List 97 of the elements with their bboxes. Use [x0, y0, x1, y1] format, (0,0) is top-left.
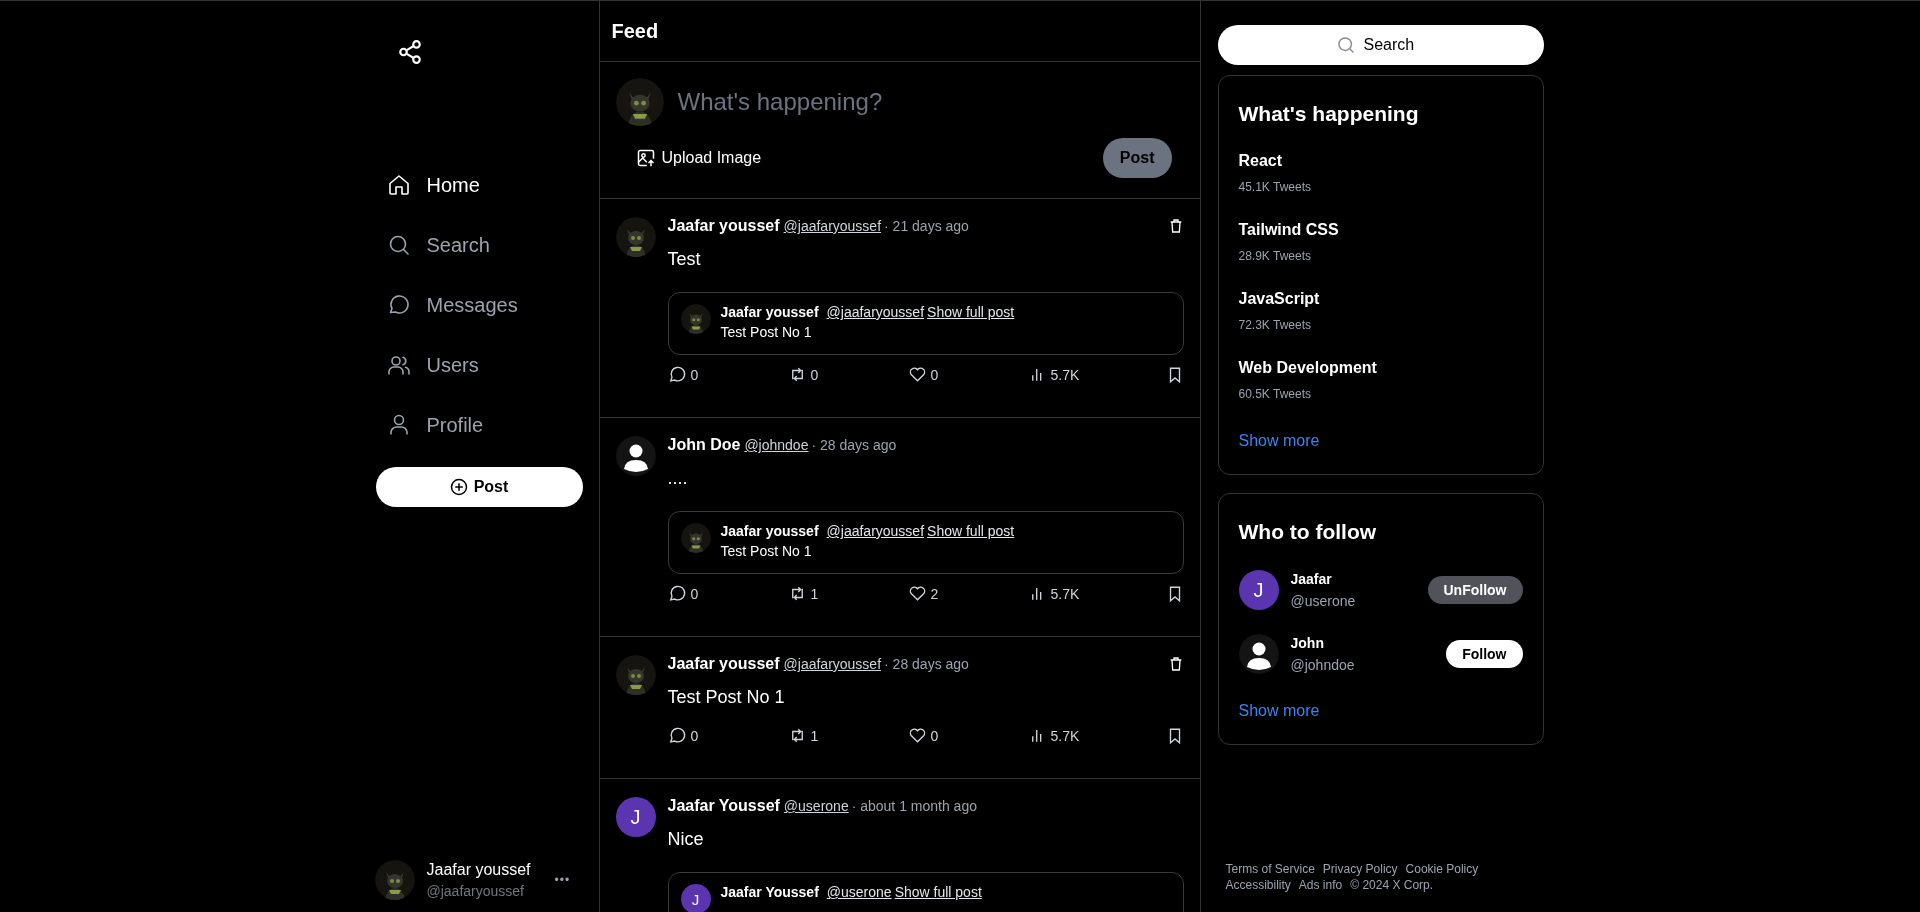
footer-link[interactable]: Cookie Policy [1405, 862, 1479, 876]
nav-item[interactable]: Search [386, 221, 490, 269]
show-full-post-link[interactable]: Show full post [927, 304, 1015, 320]
author-name: Jaafar youssef [720, 304, 819, 320]
footer-link[interactable]: Accessibility [1225, 878, 1291, 892]
repost-button[interactable]: 1 [787, 726, 908, 745]
nav-item[interactable]: Profile [386, 401, 484, 449]
show-more-link[interactable]: Show more [1238, 702, 1320, 720]
post-text: .... [667, 468, 689, 489]
show-full-post-link[interactable]: Show full post [894, 884, 982, 900]
author-handle[interactable]: @jaafaryoussef [826, 523, 925, 539]
like-button[interactable]: 0 [907, 365, 1028, 384]
search-icon [1335, 35, 1356, 55]
upload-image-button[interactable]: Upload Image [635, 148, 762, 168]
follow-button[interactable]: Follow [1446, 640, 1523, 668]
like-button[interactable]: 2 [907, 584, 1028, 603]
post-time: · 28 days ago [884, 656, 969, 672]
reply-button[interactable]: 0 [667, 584, 788, 603]
quoted-text: Test Post No 1 [720, 324, 813, 340]
search-field[interactable]: Search [1361, 35, 1426, 55]
like-button[interactable]: 0 [907, 726, 1028, 745]
avatar: J [615, 797, 656, 837]
quoted-post[interactable]: Jaafar youssef @jaafaryoussef Show full post Test Post No 1 [667, 292, 1184, 355]
author-name: Jaafar Youssef [667, 797, 780, 815]
chat-bubble-icon [667, 365, 687, 384]
post-text: Nice [667, 829, 705, 850]
follow-button[interactable]: UnFollow [1427, 576, 1523, 604]
footer-link[interactable]: © 2024 X Corp. [1350, 878, 1434, 892]
nav-item[interactable]: Users [386, 341, 479, 389]
share-icon[interactable] [396, 39, 423, 65]
card-title: What's happening [1238, 102, 1420, 126]
card-title: Who to follow [1238, 520, 1378, 544]
avatar-icon [1238, 634, 1279, 674]
heart-icon [907, 365, 927, 384]
repost-button[interactable]: 0 [787, 365, 908, 384]
user-handle: @userone [1290, 593, 1357, 609]
post-input[interactable]: What's happening? [675, 87, 1172, 117]
quoted-post[interactable]: Jaafar youssef @jaafaryoussef Show full post Test Post No 1 [667, 511, 1184, 574]
author-name: Jaafar youssef [667, 217, 780, 235]
tweet-count: 72.3K Tweets [1238, 318, 1312, 332]
user-name: Jaafar youssef [426, 861, 531, 879]
nav-item[interactable]: Home [386, 161, 480, 209]
repost-button[interactable]: 1 [787, 584, 908, 603]
user-name: John [1290, 635, 1325, 651]
trend-topic[interactable]: JavaScript [1238, 290, 1523, 308]
footer-link[interactable]: Terms of Service [1225, 862, 1315, 876]
tweet-count: 45.1K Tweets [1238, 180, 1312, 194]
post-time: · 21 days ago [884, 218, 969, 234]
avatar: J [1238, 570, 1279, 610]
author-handle[interactable]: @userone [826, 884, 892, 900]
views-button[interactable]: 5.7K [1027, 365, 1148, 384]
post-text: Test [667, 249, 702, 270]
chat-bubble-icon [667, 726, 687, 745]
quoted-post[interactable]: J Jaafar Youssef @userone Show full post [667, 872, 1184, 912]
heart-icon [907, 726, 927, 745]
tweet-count: 60.5K Tweets [1238, 387, 1312, 401]
show-more-link[interactable]: Show more [1238, 432, 1320, 450]
user-name: Jaafar [1290, 571, 1333, 587]
author-handle[interactable]: @jaafaryoussef [826, 304, 925, 320]
author-handle[interactable]: @jaafaryoussef [783, 218, 882, 234]
author-name: Jaafar youssef [720, 523, 819, 539]
author-handle[interactable]: @jaafaryoussef [783, 656, 882, 672]
trend-topic[interactable]: Tailwind CSS [1238, 221, 1523, 239]
show-full-post-link[interactable]: Show full post [927, 523, 1015, 539]
avatar: J [680, 884, 711, 912]
reply-button[interactable]: 0 [667, 365, 788, 384]
plus-circle-icon [449, 478, 468, 496]
heart-icon [907, 584, 927, 603]
footer-link[interactable]: Ads info [1298, 878, 1343, 892]
author-name: Jaafar Youssef [720, 884, 819, 900]
users-icon [386, 353, 411, 377]
author-handle[interactable]: @johndoe [744, 437, 809, 453]
author-name: John Doe [667, 436, 741, 454]
reply-button[interactable]: 0 [667, 726, 788, 745]
views-button[interactable]: 5.7K [1027, 584, 1148, 603]
author-handle[interactable]: @userone [783, 798, 849, 814]
image-upload-icon [635, 148, 656, 168]
author-name: Jaafar youssef [667, 655, 780, 673]
user-handle: @jaafaryoussef [426, 883, 525, 899]
search-bar[interactable]: Search [1217, 25, 1544, 65]
avatar-icon [615, 436, 656, 476]
nav-item[interactable]: Messages [386, 281, 518, 329]
footer-link[interactable]: Privacy Policy [1322, 862, 1398, 876]
post-text: Test Post No 1 [667, 687, 786, 708]
views-button[interactable]: 5.7K [1027, 726, 1148, 745]
trend-topic[interactable]: React [1238, 152, 1523, 170]
chat-bubble-icon [667, 584, 687, 603]
post-time: · about 1 month ago [851, 798, 977, 814]
post-button[interactable]: Post [375, 467, 583, 507]
user-handle: @johndoe [1290, 657, 1356, 673]
feed-title: Feed [611, 19, 659, 43]
tweet-count: 28.9K Tweets [1238, 249, 1312, 263]
trend-topic[interactable]: Web Development [1238, 359, 1523, 377]
post-time: · 28 days ago [811, 437, 897, 453]
home-icon [386, 173, 411, 197]
more-button[interactable]: ••• [554, 873, 571, 887]
quoted-text: Test Post No 1 [720, 543, 813, 559]
